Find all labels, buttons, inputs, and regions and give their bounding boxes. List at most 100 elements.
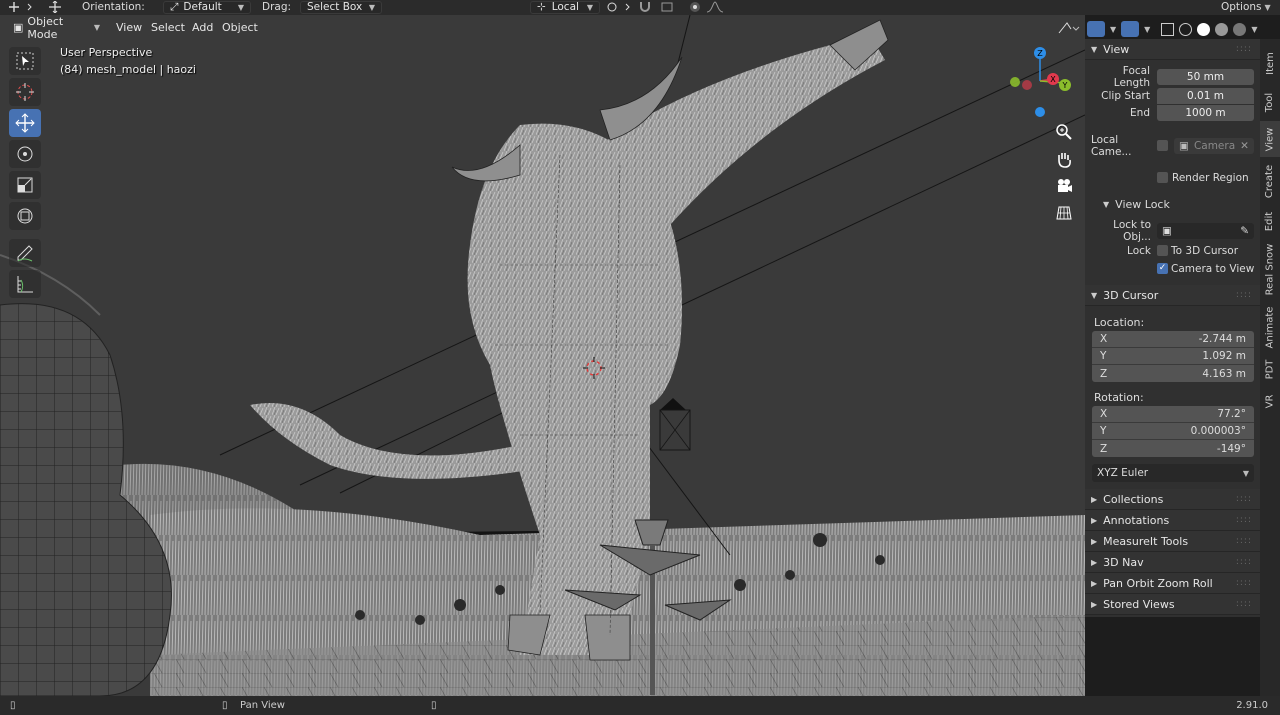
gizmo-toggle-icon[interactable]	[1087, 21, 1105, 37]
magnet-icon[interactable]	[638, 0, 652, 14]
3d-nav-panel-header[interactable]: ▶ 3D Nav::::	[1085, 552, 1260, 573]
mouse-right-icon: ▯	[431, 700, 437, 711]
rotation-label: Rotation:	[1094, 391, 1144, 404]
rotation-x-field[interactable]: X 77.2°	[1092, 406, 1254, 423]
tab-pdt[interactable]: PDT	[1260, 354, 1280, 384]
tab-animate[interactable]: Animate	[1260, 302, 1280, 352]
proportional-edit-icon[interactable]	[688, 0, 702, 14]
render-region-checkbox[interactable]	[1157, 172, 1168, 183]
stored-views-panel-header[interactable]: ▶ Stored Views::::	[1085, 594, 1260, 615]
pivot-dropdown[interactable]: ⊹ Local ▼	[530, 0, 600, 14]
camera-to-view-checkbox[interactable]: ✓	[1157, 263, 1168, 274]
tab-edit[interactable]: Edit	[1260, 206, 1280, 236]
tab-create-label: Create	[1264, 164, 1276, 199]
drag-grip-icon[interactable]: ::::	[1236, 290, 1252, 300]
focal-length-field[interactable]: 50 mm	[1157, 68, 1254, 85]
falloff-icon[interactable]	[706, 0, 728, 14]
drag-grip-icon[interactable]: ::::	[1236, 599, 1252, 609]
menu-add[interactable]: Add	[187, 19, 218, 36]
clip-start-field[interactable]: 0.01 m	[1157, 87, 1254, 104]
increment-icon[interactable]	[660, 0, 678, 14]
menu-object[interactable]: Object	[217, 19, 263, 36]
overlay-toggle-icon[interactable]	[1121, 21, 1140, 37]
tab-create[interactable]: Create	[1260, 159, 1280, 204]
camera-picker[interactable]: ▣ Camera ✕	[1174, 137, 1254, 154]
clip-end-field[interactable]: 1000 m	[1157, 104, 1254, 121]
chevron-down-icon: ▼	[586, 2, 593, 12]
cursor-tool[interactable]	[9, 78, 41, 106]
lock-object-picker[interactable]: ▣ ✎	[1157, 222, 1254, 239]
rotation-z-field[interactable]: Z -149°	[1092, 440, 1254, 457]
rotation-y-field[interactable]: Y 0.000003°	[1092, 423, 1254, 440]
measureit-panel-header[interactable]: ▶ MeasureIt Tools::::	[1085, 531, 1260, 552]
drag-grip-icon[interactable]: ::::	[1236, 494, 1252, 504]
view-lock-header[interactable]: ▼ View Lock	[1103, 196, 1170, 213]
location-y-value: 1.092 m	[1202, 350, 1246, 362]
scene-render	[0, 15, 1085, 696]
location-x-field[interactable]: X -2.744 m	[1092, 331, 1254, 348]
tab-view[interactable]: View	[1260, 121, 1280, 157]
scale-tool[interactable]	[9, 171, 41, 199]
tab-item[interactable]: Item	[1260, 43, 1280, 83]
rotation-mode-dropdown[interactable]: XYZ Euler ▼	[1092, 464, 1254, 482]
grid-ortho-icon[interactable]	[1052, 201, 1076, 225]
mode-dropdown[interactable]: ▣ Object Mode ▼	[8, 15, 105, 41]
render-shading-icon[interactable]	[1233, 22, 1247, 36]
tab-vr[interactable]: VR	[1260, 386, 1280, 416]
annotations-panel-header[interactable]: ▶ Annotations::::	[1085, 510, 1260, 531]
transform-tool[interactable]	[9, 202, 41, 230]
move-tool[interactable]	[9, 109, 41, 137]
hand-pan-icon[interactable]	[1052, 147, 1076, 171]
options-button[interactable]: Options ▼	[1221, 0, 1271, 14]
triangle-right-icon: ▶	[1091, 536, 1098, 546]
measure-tool[interactable]	[9, 270, 41, 298]
clear-x-icon[interactable]: ✕	[1240, 140, 1249, 152]
xray-icon[interactable]	[1161, 22, 1175, 36]
orientation-dropdown[interactable]: ⤢ Default ▼	[163, 0, 251, 14]
zoom-icon[interactable]	[1052, 120, 1076, 144]
chevron-down-icon: ▼	[1242, 468, 1249, 478]
view-panel-header[interactable]: ▼ View ::::	[1085, 39, 1260, 60]
snap-icon[interactable]	[606, 0, 632, 14]
drag-grip-icon[interactable]: ::::	[1236, 578, 1252, 588]
navigation-gizmo[interactable]: Z X Y	[1003, 35, 1078, 120]
tab-tool-label: Tool	[1264, 92, 1276, 112]
drag-dropdown[interactable]: Select Box ▼	[300, 0, 382, 14]
rotate-tool[interactable]	[9, 140, 41, 168]
menu-select[interactable]: Select	[146, 19, 190, 36]
n-panel-sidebar: ▼ View :::: Focal Length 50 mm Clip Star…	[1085, 39, 1260, 617]
chevron-down-icon[interactable]: ▼	[1110, 25, 1116, 34]
orientation-value: Default	[183, 1, 222, 13]
cursor-panel-header[interactable]: ▼ 3D Cursor ::::	[1085, 285, 1260, 306]
menu-select-label: Select	[151, 21, 185, 34]
collections-panel-header[interactable]: ▶ Collections::::	[1085, 489, 1260, 510]
material-shading-icon[interactable]	[1215, 22, 1229, 36]
transform-tool-icon[interactable]	[8, 0, 34, 14]
drag-grip-icon[interactable]: ::::	[1236, 44, 1252, 54]
location-z-field[interactable]: Z 4.163 m	[1092, 365, 1254, 382]
chevron-down-icon: ▼	[93, 23, 100, 32]
drag-grip-icon[interactable]: ::::	[1236, 515, 1252, 525]
to-3d-cursor-checkbox[interactable]	[1157, 245, 1168, 256]
chevron-down-icon[interactable]: ▼	[1251, 25, 1257, 34]
tab-tool[interactable]: Tool	[1260, 85, 1280, 119]
wireframe-shading-icon[interactable]	[1179, 22, 1193, 36]
menu-view[interactable]: View	[111, 19, 147, 36]
solid-shading-icon[interactable]	[1197, 22, 1211, 36]
local-camera-checkbox[interactable]	[1157, 140, 1168, 151]
camera-view-icon[interactable]	[1052, 174, 1076, 198]
tab-real-snow[interactable]: Real Snow	[1260, 238, 1280, 300]
select-box-tool[interactable]	[9, 47, 41, 75]
3d-viewport[interactable]: User Perspective (84) mesh_model | haozi	[0, 15, 1085, 696]
pan-orbit-panel-header[interactable]: ▶ Pan Orbit Zoom Roll::::	[1085, 573, 1260, 594]
drag-grip-icon[interactable]: ::::	[1236, 536, 1252, 546]
orientation-icon: ⤢	[170, 0, 179, 13]
move-tool-icon[interactable]	[44, 0, 66, 14]
chevron-down-icon[interactable]: ▼	[1144, 25, 1150, 34]
location-y-field[interactable]: Y 1.092 m	[1092, 348, 1254, 365]
drag-grip-icon[interactable]: ::::	[1236, 557, 1252, 567]
gizmo-y-label: Y	[1062, 81, 1068, 90]
annotate-tool[interactable]	[9, 239, 41, 267]
eyedropper-icon[interactable]: ✎	[1240, 225, 1249, 237]
visibility-icon[interactable]	[1057, 19, 1081, 36]
